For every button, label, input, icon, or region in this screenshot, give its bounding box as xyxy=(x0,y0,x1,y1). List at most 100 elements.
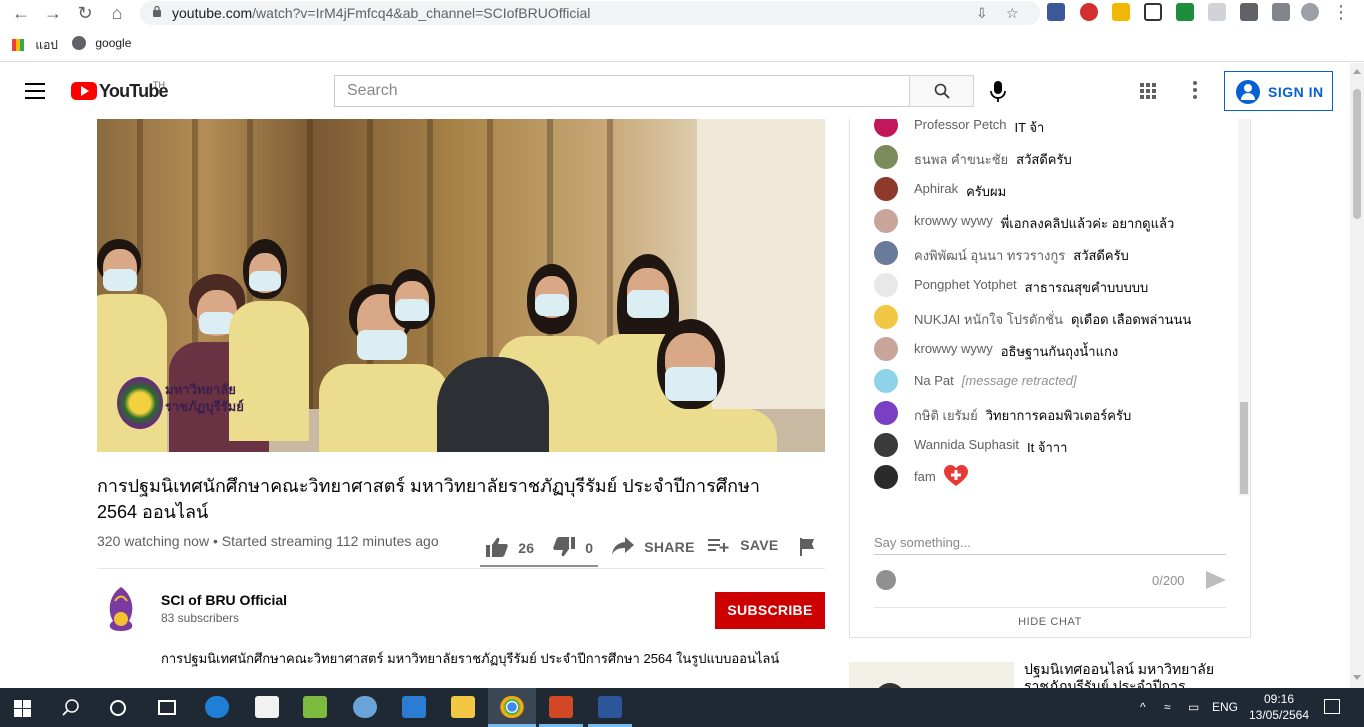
language-indicator[interactable]: ENG xyxy=(1212,700,1238,714)
hide-chat-button[interactable]: HIDE CHAT xyxy=(850,616,1250,628)
settings-more-icon[interactable] xyxy=(1193,81,1197,101)
extension-sheets-icon[interactable] xyxy=(1176,3,1194,21)
chat-author-name[interactable]: คงพิพัฒน์ อุนนา ทรวรางกูร xyxy=(914,245,1065,266)
taskbar-search-icon[interactable] xyxy=(62,699,80,717)
youtube-apps-icon[interactable] xyxy=(1140,83,1158,101)
page-scrollbar[interactable] xyxy=(1350,63,1364,688)
globe-app-icon[interactable] xyxy=(353,696,377,718)
home-icon[interactable]: ⌂ xyxy=(106,2,128,24)
task-view-icon[interactable] xyxy=(158,700,176,715)
scroll-up-icon[interactable] xyxy=(1353,69,1361,74)
recommended-thumbnail[interactable] xyxy=(849,662,1014,688)
extensions-puzzle-icon[interactable] xyxy=(1240,3,1258,21)
extension-download-icon[interactable] xyxy=(1047,3,1065,21)
like-ratio-bar xyxy=(480,565,598,567)
chat-author-name[interactable]: Professor Petch xyxy=(914,119,1007,132)
chat-input[interactable]: Say something... xyxy=(874,535,1226,555)
chat-author-avatar[interactable] xyxy=(874,145,898,169)
video-overlay-text: มหาวิทยาลัย ราชภัฏบุรีรัมย์ xyxy=(165,382,244,414)
emoji-icon[interactable] xyxy=(876,570,896,590)
sign-in-button[interactable]: SIGN IN xyxy=(1224,71,1333,111)
channel-avatar[interactable] xyxy=(101,585,141,633)
system-clock[interactable]: 09:16 13/05/2564 xyxy=(1244,691,1314,723)
chat-author-name[interactable]: Na Pat xyxy=(914,373,954,388)
word-icon[interactable] xyxy=(598,696,622,718)
chat-author-name[interactable]: Wannida Suphasit xyxy=(914,437,1019,452)
chat-author-avatar[interactable] xyxy=(874,433,898,457)
scroll-down-icon[interactable] xyxy=(1353,675,1361,680)
report-flag-icon[interactable] xyxy=(800,538,816,556)
scrollbar-thumb[interactable] xyxy=(1353,89,1361,219)
wifi-icon[interactable]: ≈ xyxy=(1164,700,1171,714)
share-icon xyxy=(612,537,634,555)
chat-author-name[interactable]: krowwy wywy xyxy=(914,213,993,228)
bookmark-star-icon[interactable]: ☆ xyxy=(1006,5,1019,22)
live-chat-panel: Professor Petch IT จ้า ธนพล คำขนะชัย สวัสดี… xyxy=(849,119,1251,638)
chat-author-avatar[interactable] xyxy=(874,119,898,137)
chat-author-name[interactable]: Aphirak xyxy=(914,181,958,196)
file-explorer-icon[interactable] xyxy=(451,696,475,718)
powerpoint-icon[interactable] xyxy=(549,696,573,718)
chat-author-avatar[interactable] xyxy=(874,241,898,265)
chrome-icon[interactable] xyxy=(500,696,524,718)
video-player[interactable]: มหาวิทยาลัย ราชภัฏบุรีรัมย์ xyxy=(97,119,825,452)
chat-author-name[interactable]: Pongphet Yotphet xyxy=(914,277,1017,292)
chat-scrollbar[interactable] xyxy=(1238,119,1250,496)
edge-icon[interactable] xyxy=(205,696,229,718)
search-input[interactable]: Search xyxy=(334,75,910,107)
chat-author-avatar[interactable] xyxy=(874,273,898,297)
extension-adblock-icon[interactable] xyxy=(1080,3,1098,21)
cortana-icon[interactable] xyxy=(110,700,126,716)
back-arrow-icon[interactable]: ← xyxy=(10,2,32,24)
save-button[interactable]: SAVE xyxy=(708,537,779,553)
chat-author-name[interactable]: กษิติ เยรัมย์ xyxy=(914,405,978,426)
address-bar[interactable]: youtube.com/watch?v=IrM4jFmfcq4&ab_chann… xyxy=(140,1,1040,25)
subscriber-count: 83 subscribers xyxy=(161,611,240,625)
chat-author-avatar[interactable] xyxy=(874,177,898,201)
chat-author-avatar[interactable] xyxy=(874,305,898,329)
bookmark-apps[interactable]: แอป xyxy=(12,36,58,55)
battery-icon[interactable]: ▭ xyxy=(1188,700,1199,714)
search-button[interactable] xyxy=(909,75,974,107)
chat-message-text: สาธารณสุขคำบบบบบ xyxy=(1024,280,1149,295)
mail-icon[interactable] xyxy=(402,696,426,718)
extension-pip-icon[interactable] xyxy=(1144,3,1162,21)
playlist-add-icon xyxy=(708,539,729,552)
bookmark-google[interactable]: google xyxy=(72,36,131,50)
like-button[interactable]: 26 xyxy=(486,537,534,557)
microphone-icon[interactable] xyxy=(990,81,1006,103)
reload-icon[interactable]: ↻ xyxy=(74,2,96,24)
chat-author-avatar[interactable] xyxy=(874,465,898,489)
divider xyxy=(874,607,1226,608)
chat-author-avatar[interactable] xyxy=(874,209,898,233)
chat-author-avatar[interactable] xyxy=(874,369,898,393)
chat-author-name[interactable]: NUKJAI หนักใจ โปรดักชั่น xyxy=(914,309,1063,330)
install-icon[interactable]: ⇩ xyxy=(976,5,988,22)
media-control-icon[interactable] xyxy=(1272,3,1290,21)
notification-icon[interactable] xyxy=(1324,699,1340,714)
dislike-button[interactable]: 0 xyxy=(553,537,593,557)
windows-start-icon[interactable] xyxy=(14,700,31,717)
chat-author-avatar[interactable] xyxy=(874,401,898,425)
windows-taskbar: ^ ≈ ▭ ENG 09:16 13/05/2564 xyxy=(0,688,1364,727)
chat-author-name[interactable]: fam xyxy=(914,469,936,484)
share-button[interactable]: SHARE xyxy=(612,537,695,555)
subscribe-button[interactable]: SUBSCRIBE xyxy=(715,592,825,629)
video-title: การปฐมนิเทศนักศึกษาคณะวิทยาศาสตร์ มหาวิท… xyxy=(97,476,761,522)
chat-author-name[interactable]: ธนพล คำขนะชัย xyxy=(914,149,1008,170)
store-icon[interactable] xyxy=(255,696,279,718)
chat-author-avatar[interactable] xyxy=(874,337,898,361)
chrome-menu-icon[interactable]: ⋮ xyxy=(1330,1,1352,23)
menu-hamburger-icon[interactable] xyxy=(25,83,45,99)
apps-grid-icon xyxy=(12,39,24,51)
extension-thumb-icon[interactable] xyxy=(1112,3,1130,21)
chat-message-text: สวัสดีครับ xyxy=(1073,248,1129,263)
extension-tab-icon[interactable] xyxy=(1208,3,1226,21)
profile-icon[interactable] xyxy=(1301,3,1319,21)
tray-chevron-icon[interactable]: ^ xyxy=(1140,700,1146,714)
chart-app-icon[interactable] xyxy=(303,696,327,718)
chat-author-name[interactable]: krowwy wywy xyxy=(914,341,993,356)
channel-name[interactable]: SCI of BRU Official xyxy=(161,592,287,608)
send-icon[interactable] xyxy=(1206,571,1226,589)
forward-arrow-icon[interactable]: → xyxy=(42,2,64,24)
